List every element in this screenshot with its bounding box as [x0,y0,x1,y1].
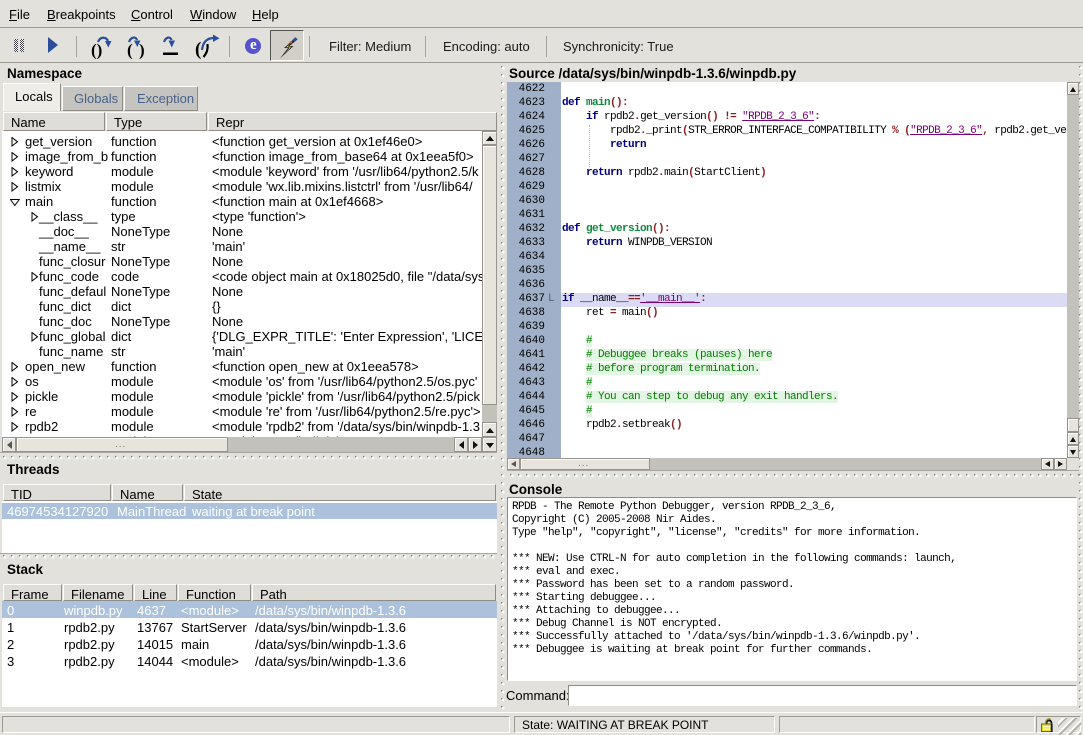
svg-text:(: ( [195,39,201,59]
svg-text:(: ( [127,41,133,60]
svg-text:(): () [91,41,102,60]
svg-text:): ) [139,41,145,60]
